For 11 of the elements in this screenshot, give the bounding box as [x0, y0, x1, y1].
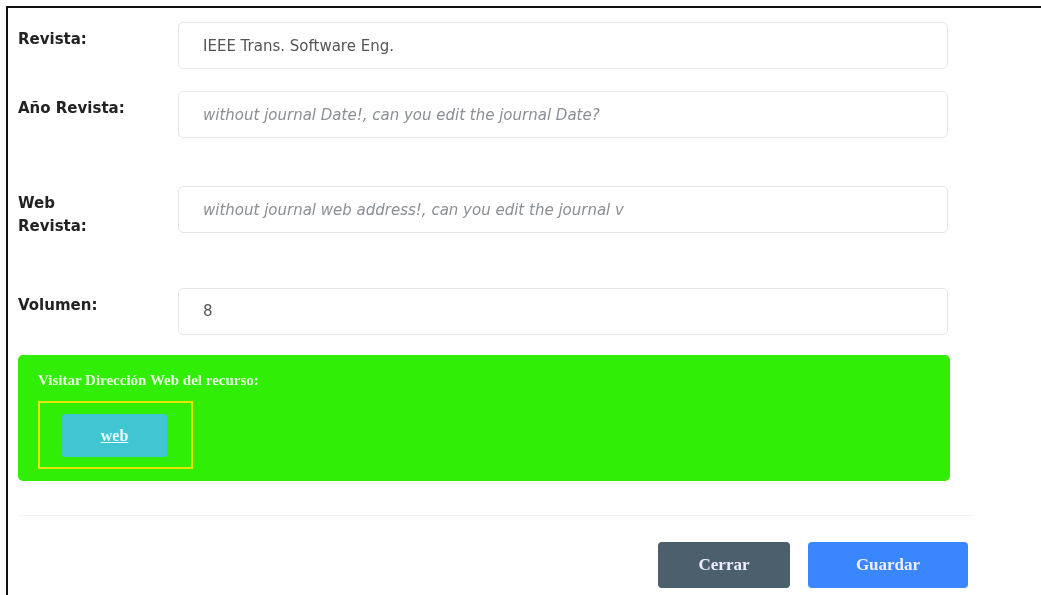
panel-heading: Visitar Dirección Web del recurso: [38, 370, 260, 390]
field-label: Volumen: [18, 294, 99, 316]
close-button[interactable]: Cerrar [658, 541, 790, 588]
field-label: Revista: [18, 29, 88, 50]
input-field[interactable]: IEEE Trans. Software Eng. [178, 22, 948, 69]
save-button[interactable]: Guardar [808, 541, 968, 588]
input-field[interactable]: 8 [178, 287, 948, 335]
input-field[interactable]: without journal Date!, can you edit the journal Date? [178, 91, 948, 138]
field-label: Web Revista: [18, 193, 88, 238]
input-field[interactable]: without journal web address!, can you edit the journal v [178, 186, 948, 233]
field-label: Año Revista: [18, 98, 126, 119]
